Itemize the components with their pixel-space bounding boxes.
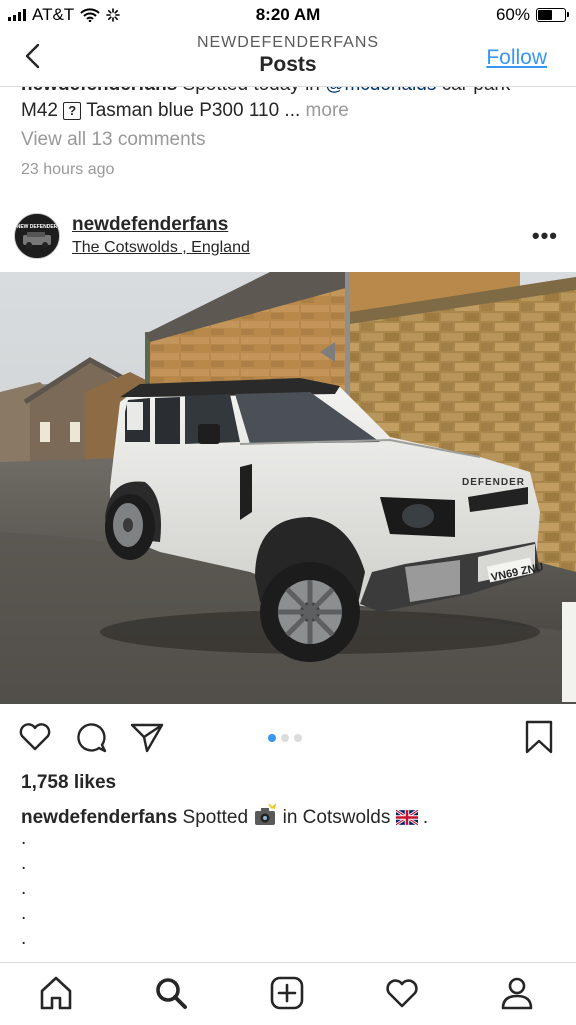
carousel-indicator (268, 734, 302, 742)
home-icon[interactable] (38, 975, 74, 1011)
pager-dot (268, 734, 276, 742)
heart-icon[interactable] (18, 720, 52, 754)
defender-photo: DEFENDER VN69 ZNU (0, 272, 576, 704)
comment-icon[interactable] (74, 720, 108, 754)
uk-flag-icon (395, 810, 418, 825)
status-bar: AT&T 8:20 AM 60% (0, 0, 576, 30)
caption-dots: . . . . . (21, 826, 26, 951)
camera-flash-icon (255, 802, 277, 825)
battery-percent: 60% (495, 5, 530, 24)
post-caption: newdefenderfans Spotted in Cotswolds . (21, 802, 429, 829)
post-photo[interactable]: DEFENDER VN69 ZNU (0, 272, 576, 704)
battery-icon (536, 8, 569, 22)
caption-text: in Cotswolds (277, 807, 396, 828)
unknown-glyph-icon: ? (63, 102, 82, 120)
nav-header: NEWDEFENDERFANS Posts Follow (0, 30, 576, 87)
new-post-icon[interactable] (269, 975, 305, 1011)
timestamp: 23 hours ago (21, 161, 115, 178)
profile-icon[interactable] (499, 975, 535, 1011)
more-options-icon[interactable]: ••• (532, 223, 558, 249)
caption-text: . (417, 807, 429, 828)
caption-text: Tasman blue P300 110 ... (86, 100, 301, 121)
avatar-text: NEW DEFENDER (17, 224, 58, 230)
activity-icon[interactable] (384, 975, 420, 1011)
avatar[interactable]: NEW DEFENDER (14, 213, 60, 259)
avatar-logo-icon: NEW DEFENDER (15, 214, 59, 258)
post-username[interactable]: newdefenderfans (72, 214, 228, 236)
send-icon[interactable] (130, 720, 164, 754)
caption-dot: . (21, 853, 27, 874)
caption-text: M42 (21, 100, 58, 121)
post-header: NEW DEFENDER newdefenderfans The Cotswol… (0, 205, 576, 271)
post-location[interactable]: The Cotswolds , England (72, 239, 250, 257)
pager-dot (294, 734, 302, 742)
follow-button[interactable]: Follow (486, 46, 547, 70)
more-link[interactable]: more (306, 100, 349, 121)
caption-dot: . (21, 928, 27, 949)
caption-text: Spotted (177, 807, 254, 828)
tab-bar (0, 962, 576, 1025)
status-right: 60% (495, 5, 569, 25)
pager-dot (281, 734, 289, 742)
caption-username[interactable]: newdefenderfans (21, 807, 177, 828)
caption-dot: . (21, 878, 27, 899)
view-comments-link[interactable]: View all 13 comments (21, 129, 205, 151)
action-bar (0, 716, 576, 760)
caption-dot: . (21, 828, 27, 849)
search-icon[interactable] (153, 975, 189, 1011)
bookmark-icon[interactable] (522, 720, 556, 754)
battery-fill (538, 10, 552, 20)
clock: 8:20 AM (255, 5, 321, 24)
photo-badge: DEFENDER (462, 477, 525, 488)
caption-dot: . (21, 903, 27, 924)
likes-count[interactable]: 1,758 likes (21, 772, 116, 794)
